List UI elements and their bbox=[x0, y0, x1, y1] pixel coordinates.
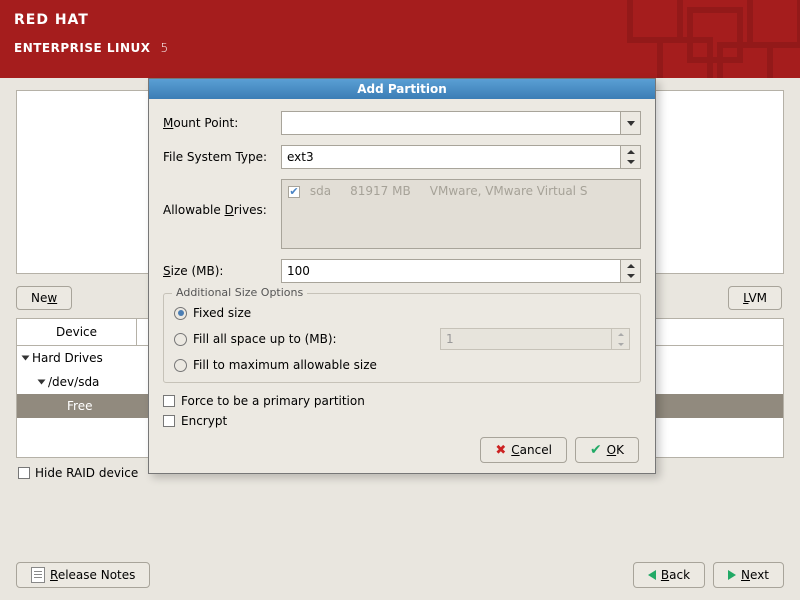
opt-fill-max-row[interactable]: Fill to maximum allowable size bbox=[174, 354, 630, 376]
force-primary-label: Force to be a primary partition bbox=[181, 394, 365, 408]
encrypt-row[interactable]: Encrypt bbox=[163, 411, 641, 431]
dropdown-arrow-icon[interactable] bbox=[621, 111, 641, 135]
header-product: ENTERPRISE LINUX bbox=[14, 41, 151, 55]
encrypt-checkbox[interactable] bbox=[163, 415, 175, 427]
fs-type-input[interactable] bbox=[281, 145, 621, 169]
fs-type-select[interactable] bbox=[281, 145, 641, 169]
additional-size-fieldset: Additional Size Options Fixed size Fill … bbox=[163, 293, 641, 383]
free-label: Free bbox=[67, 399, 92, 413]
next-label: Next bbox=[741, 568, 769, 582]
fs-type-row: File System Type: bbox=[163, 145, 641, 169]
hide-raid-label: Hide RAID device bbox=[35, 466, 138, 480]
cancel-label: Cancel bbox=[511, 443, 552, 457]
size-label: Size (MB): bbox=[163, 264, 281, 278]
mount-point-label: Mount Point: bbox=[163, 116, 281, 130]
fill-up-input bbox=[440, 328, 612, 350]
new-label: New bbox=[31, 291, 57, 305]
fs-type-label: File System Type: bbox=[163, 150, 281, 164]
opt-fill-up-label: Fill all space up to (MB): bbox=[193, 332, 337, 346]
disclosure-triangle-icon[interactable] bbox=[38, 380, 46, 385]
disclosure-triangle-icon[interactable] bbox=[22, 356, 30, 361]
opt-fill-up-row[interactable]: Fill all space up to (MB): bbox=[174, 324, 630, 354]
size-spinner[interactable] bbox=[281, 259, 641, 283]
dialog-buttons: ✖ Cancel ✔ OK bbox=[163, 431, 641, 463]
header: RED HAT ENTERPRISE LINUX 5 bbox=[0, 0, 800, 78]
back-arrow-icon bbox=[648, 570, 656, 580]
hide-raid-checkbox[interactable] bbox=[18, 467, 30, 479]
opt-fill-max-radio[interactable] bbox=[174, 359, 187, 372]
mount-point-row: Mount Point: bbox=[163, 111, 641, 135]
ok-label: OK bbox=[607, 443, 624, 457]
add-partition-dialog: Add Partition Mount Point: File System T… bbox=[148, 78, 656, 474]
allowable-drives-row: Allowable Drives: ✔ sda 81917 MB VMware,… bbox=[163, 179, 641, 249]
drive-name: sda bbox=[310, 184, 331, 198]
additional-legend: Additional Size Options bbox=[172, 286, 307, 299]
cancel-icon: ✖ bbox=[495, 443, 506, 458]
opt-fill-max-label: Fill to maximum allowable size bbox=[193, 358, 377, 372]
lvm-button[interactable]: LVM bbox=[728, 286, 782, 310]
opt-fill-up-radio[interactable] bbox=[174, 333, 187, 346]
back-button[interactable]: Back bbox=[633, 562, 705, 588]
ok-button[interactable]: ✔ OK bbox=[575, 437, 639, 463]
allowable-drives-list[interactable]: ✔ sda 81917 MB VMware, VMware Virtual S bbox=[281, 179, 641, 249]
back-label: Back bbox=[661, 568, 690, 582]
drive-model: VMware, VMware Virtual S bbox=[430, 184, 588, 198]
header-pattern bbox=[620, 0, 800, 78]
dialog-title: Add Partition bbox=[149, 79, 655, 99]
encrypt-label: Encrypt bbox=[181, 414, 227, 428]
dev-sda-label: /dev/sda bbox=[48, 375, 99, 389]
force-primary-row[interactable]: Force to be a primary partition bbox=[163, 391, 641, 411]
mount-point-input[interactable] bbox=[281, 111, 621, 135]
fill-up-spinner bbox=[440, 328, 630, 350]
mount-point-combo[interactable] bbox=[281, 111, 641, 135]
allowable-drives-label: Allowable Drives: bbox=[163, 179, 281, 217]
new-button[interactable]: New bbox=[16, 286, 72, 310]
release-notes-button[interactable]: Release Notes bbox=[16, 562, 150, 588]
fs-type-spin[interactable] bbox=[621, 145, 641, 169]
size-spin[interactable] bbox=[621, 259, 641, 283]
footer: Release Notes Back Next bbox=[16, 562, 784, 588]
device-col-header[interactable]: Device bbox=[17, 319, 137, 345]
ok-icon: ✔ bbox=[590, 442, 602, 458]
opt-fixed-row[interactable]: Fixed size bbox=[174, 302, 630, 324]
opt-fixed-radio[interactable] bbox=[174, 307, 187, 320]
force-primary-checkbox[interactable] bbox=[163, 395, 175, 407]
drive-checkbox[interactable]: ✔ bbox=[288, 186, 300, 198]
document-icon bbox=[31, 567, 45, 583]
next-button[interactable]: Next bbox=[713, 562, 784, 588]
lvm-label: LVM bbox=[743, 291, 767, 305]
size-input[interactable] bbox=[281, 259, 621, 283]
hard-drives-label: Hard Drives bbox=[32, 351, 103, 365]
header-version: 5 bbox=[160, 41, 168, 55]
size-row: Size (MB): bbox=[163, 259, 641, 283]
next-arrow-icon bbox=[728, 570, 736, 580]
release-notes-label: Release Notes bbox=[50, 568, 135, 582]
cancel-button[interactable]: ✖ Cancel bbox=[480, 437, 567, 463]
opt-fixed-label: Fixed size bbox=[193, 306, 251, 320]
drive-size: 81917 MB bbox=[350, 184, 411, 198]
